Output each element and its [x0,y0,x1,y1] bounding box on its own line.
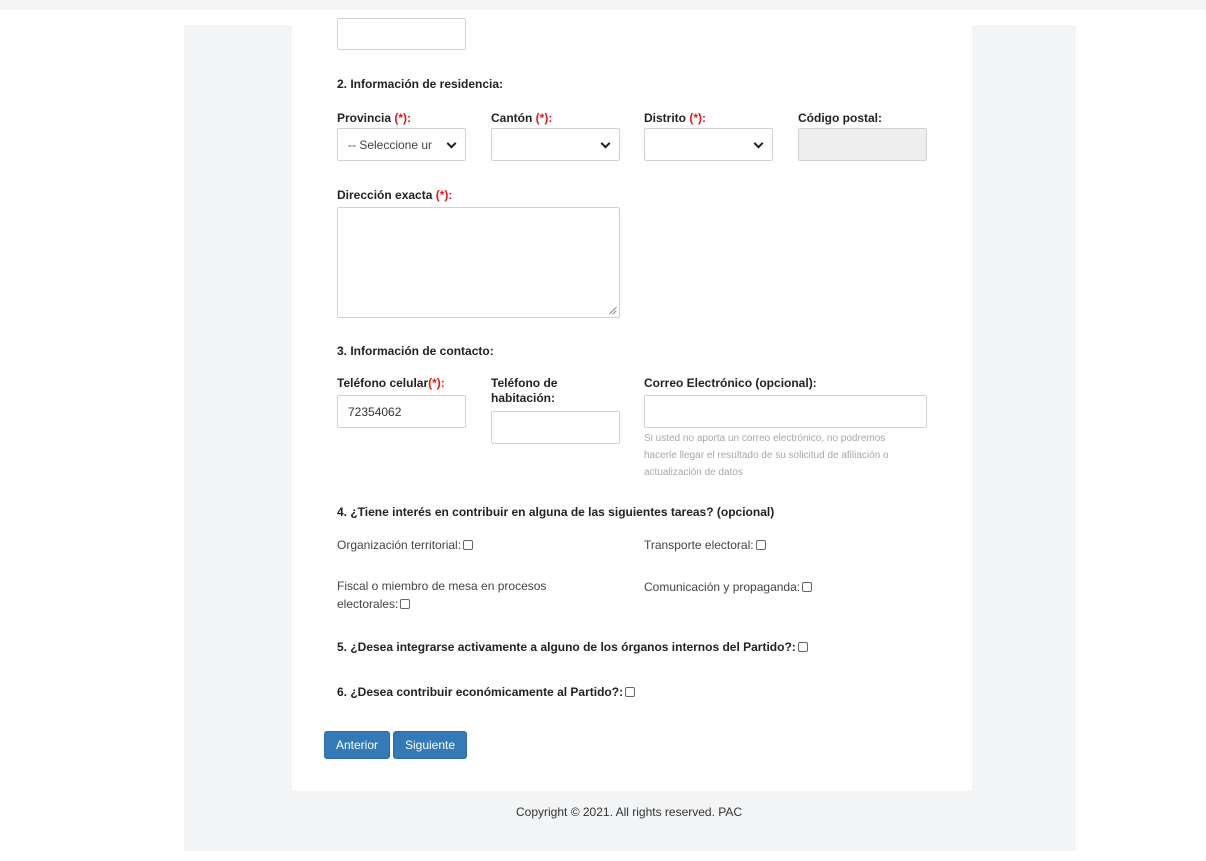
task-organizacion-label: Organización territorial: [337,538,462,552]
fiscal-checkbox[interactable] [400,599,411,609]
distrito-label-text: Distrito [644,111,686,125]
correo-help-line-3: actualización de datos [644,467,743,478]
direccion-textarea[interactable] [337,207,620,318]
direccion-label-text: Dirección exacta [337,188,433,202]
section-title-organs: 5. ¿Desea integrarse activamente a algun… [337,640,796,654]
top-strip [0,0,1206,10]
chevron-down-icon [600,138,611,149]
habitacion-label-line-1: Teléfono de [491,376,558,390]
required-mark: (*): [535,111,553,125]
footer-copyright: Copyright © 2021. All rights reserved. P… [516,805,743,819]
required-mark: (*): [689,111,707,125]
task-transporte: Transporte electoral: [644,536,766,554]
task-fiscal: Fiscal o miembro de mesa en procesos ele… [337,577,546,613]
provincia-label: Provincia (*): [337,111,411,126]
section-economic: 6. ¿Desea contribuir económicamente al P… [337,685,636,699]
correo-help-line-1: Si usted no aporta un correo electrónico… [644,433,886,444]
economic-checkbox[interactable] [625,687,636,697]
canton-select[interactable] [491,128,620,161]
celular-label-text: Teléfono celular [337,376,429,390]
right-margin [1076,10,1206,861]
task-fiscal-label-line-2: electorales: [337,597,399,611]
task-organizacion: Organización territorial: [337,536,474,554]
celular-input[interactable]: 72354062 [337,395,466,428]
comunicacion-checkbox[interactable] [802,582,813,592]
canton-label-text: Cantón [491,111,533,125]
section-title-economic: 6. ¿Desea contribuir económicamente al P… [337,685,624,699]
chevron-down-icon [753,138,764,149]
distrito-label: Distrito (*): [644,111,706,126]
provincia-select[interactable]: -- Seleccione ur [337,128,466,161]
direccion-label: Dirección exacta (*): [337,188,452,203]
habitacion-label: Teléfono de habitación: [491,376,557,406]
section-organs: 5. ¿Desea integrarse activamente a algun… [337,640,808,654]
task-comunicacion: Comunicación y propaganda: [644,578,813,596]
postal-code-input[interactable] [798,128,927,161]
postal-label: Código postal: [798,111,882,125]
correo-input[interactable] [644,395,927,428]
correo-label: Correo Electrónico (opcional): [644,376,817,390]
celular-value: 72354062 [348,404,402,419]
habitacion-input[interactable] [491,411,620,444]
required-mark: (*): [428,376,445,390]
distrito-select[interactable] [644,128,773,161]
canton-label: Cantón (*): [491,111,552,126]
task-transporte-label: Transporte electoral: [644,538,754,552]
task-comunicacion-label: Comunicación y propaganda: [644,580,801,594]
organizacion-checkbox[interactable] [463,540,474,550]
chevron-down-icon [446,138,457,149]
required-mark: (*): [435,188,453,202]
task-fiscal-label-line-1: Fiscal o miembro de mesa en procesos [337,579,547,593]
transporte-checkbox[interactable] [755,540,766,550]
section-title-contact: 3. Información de contacto: [337,344,494,358]
organs-checkbox[interactable] [797,642,808,652]
section-title-tasks: 4. ¿Tiene interés en contribuir en algun… [337,505,775,519]
previous-field-input[interactable] [337,18,466,50]
correo-help-line-2: hacerle llegar el resultado de su solici… [644,450,889,461]
celular-label: Teléfono celular(*): [337,376,445,391]
siguiente-button[interactable]: Siguiente [393,731,467,759]
habitacion-label-line-2: habitación: [491,391,556,405]
resize-handle-icon[interactable] [608,306,616,314]
required-mark: (*): [394,111,412,125]
provincia-label-text: Provincia [337,111,392,125]
correo-help-text: Si usted no aporta un correo electrónico… [644,430,889,481]
anterior-button[interactable]: Anterior [324,731,390,759]
section-title-residence: 2. Información de residencia: [337,77,504,91]
provincia-selected-value: -- Seleccione ur [348,137,433,152]
